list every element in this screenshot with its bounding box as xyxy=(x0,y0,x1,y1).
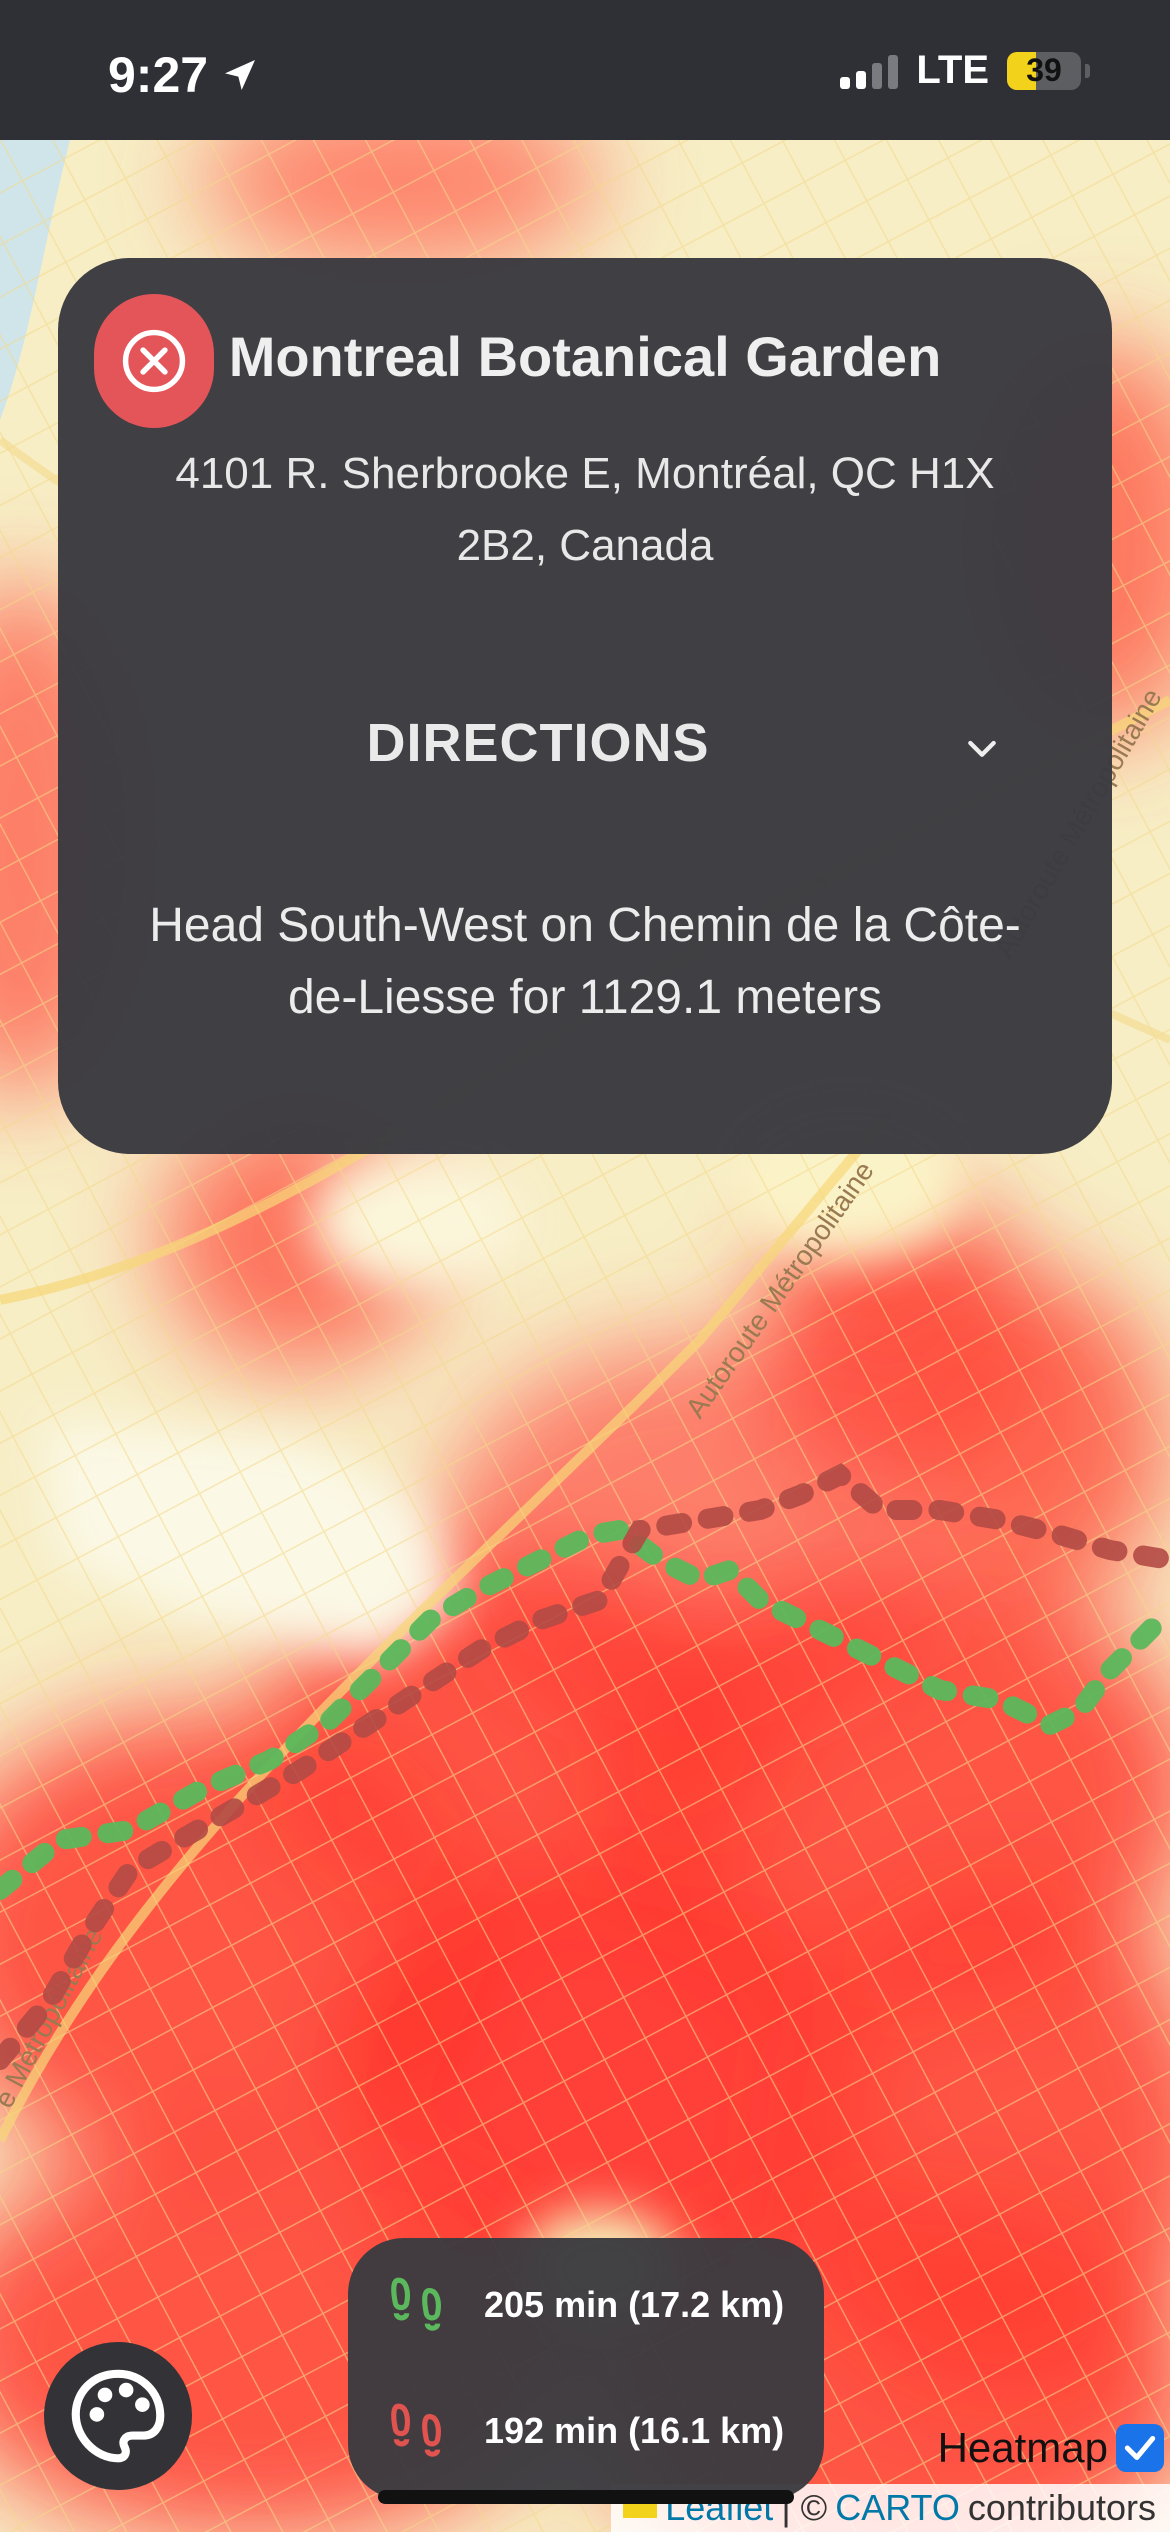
battery-tip xyxy=(1085,63,1090,78)
route-duration-red: 192 min (16.1 km) xyxy=(484,2410,785,2451)
direction-step: Head South-West on Chemin de la Côte-de-… xyxy=(149,899,1021,1024)
directions-toggle[interactable]: DIRECTIONS xyxy=(58,712,1018,774)
footprints-icon xyxy=(391,2403,441,2457)
status-time: 9:27 xyxy=(108,46,260,104)
palette-icon xyxy=(71,2369,165,2463)
battery-level: 39 xyxy=(1026,52,1062,88)
battery-icon: 39 xyxy=(1007,51,1081,90)
palette-button[interactable] xyxy=(44,2342,192,2490)
status-indicators: LTE 39 xyxy=(840,48,1090,93)
heatmap-checkbox[interactable] xyxy=(1116,2424,1164,2472)
route-summary-panel: 205 min (17.2 km) 192 min (16.1 km) xyxy=(348,2238,824,2500)
chevron-down-icon[interactable] xyxy=(962,728,1002,768)
cellular-signal-icon xyxy=(840,53,899,89)
carto-link[interactable]: CARTO xyxy=(835,2487,960,2529)
heatmap-toggle[interactable]: Heatmap xyxy=(938,2424,1164,2472)
place-details-card: Montreal Botanical Garden 4101 R. Sherbr… xyxy=(58,258,1112,1154)
place-title: Montreal Botanical Garden xyxy=(228,325,942,388)
heatmap-label: Heatmap xyxy=(937,2424,1108,2471)
network-label: LTE xyxy=(916,48,989,92)
route-duration-green: 205 min (17.2 km) xyxy=(484,2284,785,2325)
route-option-green[interactable]: 205 min (17.2 km) xyxy=(384,2272,784,2338)
status-bar: 9:27 LTE 39 xyxy=(0,0,1170,140)
route-option-red[interactable]: 192 min (16.1 km) xyxy=(384,2398,784,2464)
footprints-icon xyxy=(391,2277,441,2331)
home-indicator[interactable] xyxy=(378,2490,794,2504)
location-arrow-icon xyxy=(225,60,256,90)
clock-text: 9:27 xyxy=(108,47,209,103)
attribution-contributors: contributors xyxy=(967,2487,1156,2528)
place-address: 4101 R. Sherbrooke E, Montréal, QC H1X 2… xyxy=(175,449,995,570)
checkmark-icon xyxy=(1124,2435,1156,2461)
